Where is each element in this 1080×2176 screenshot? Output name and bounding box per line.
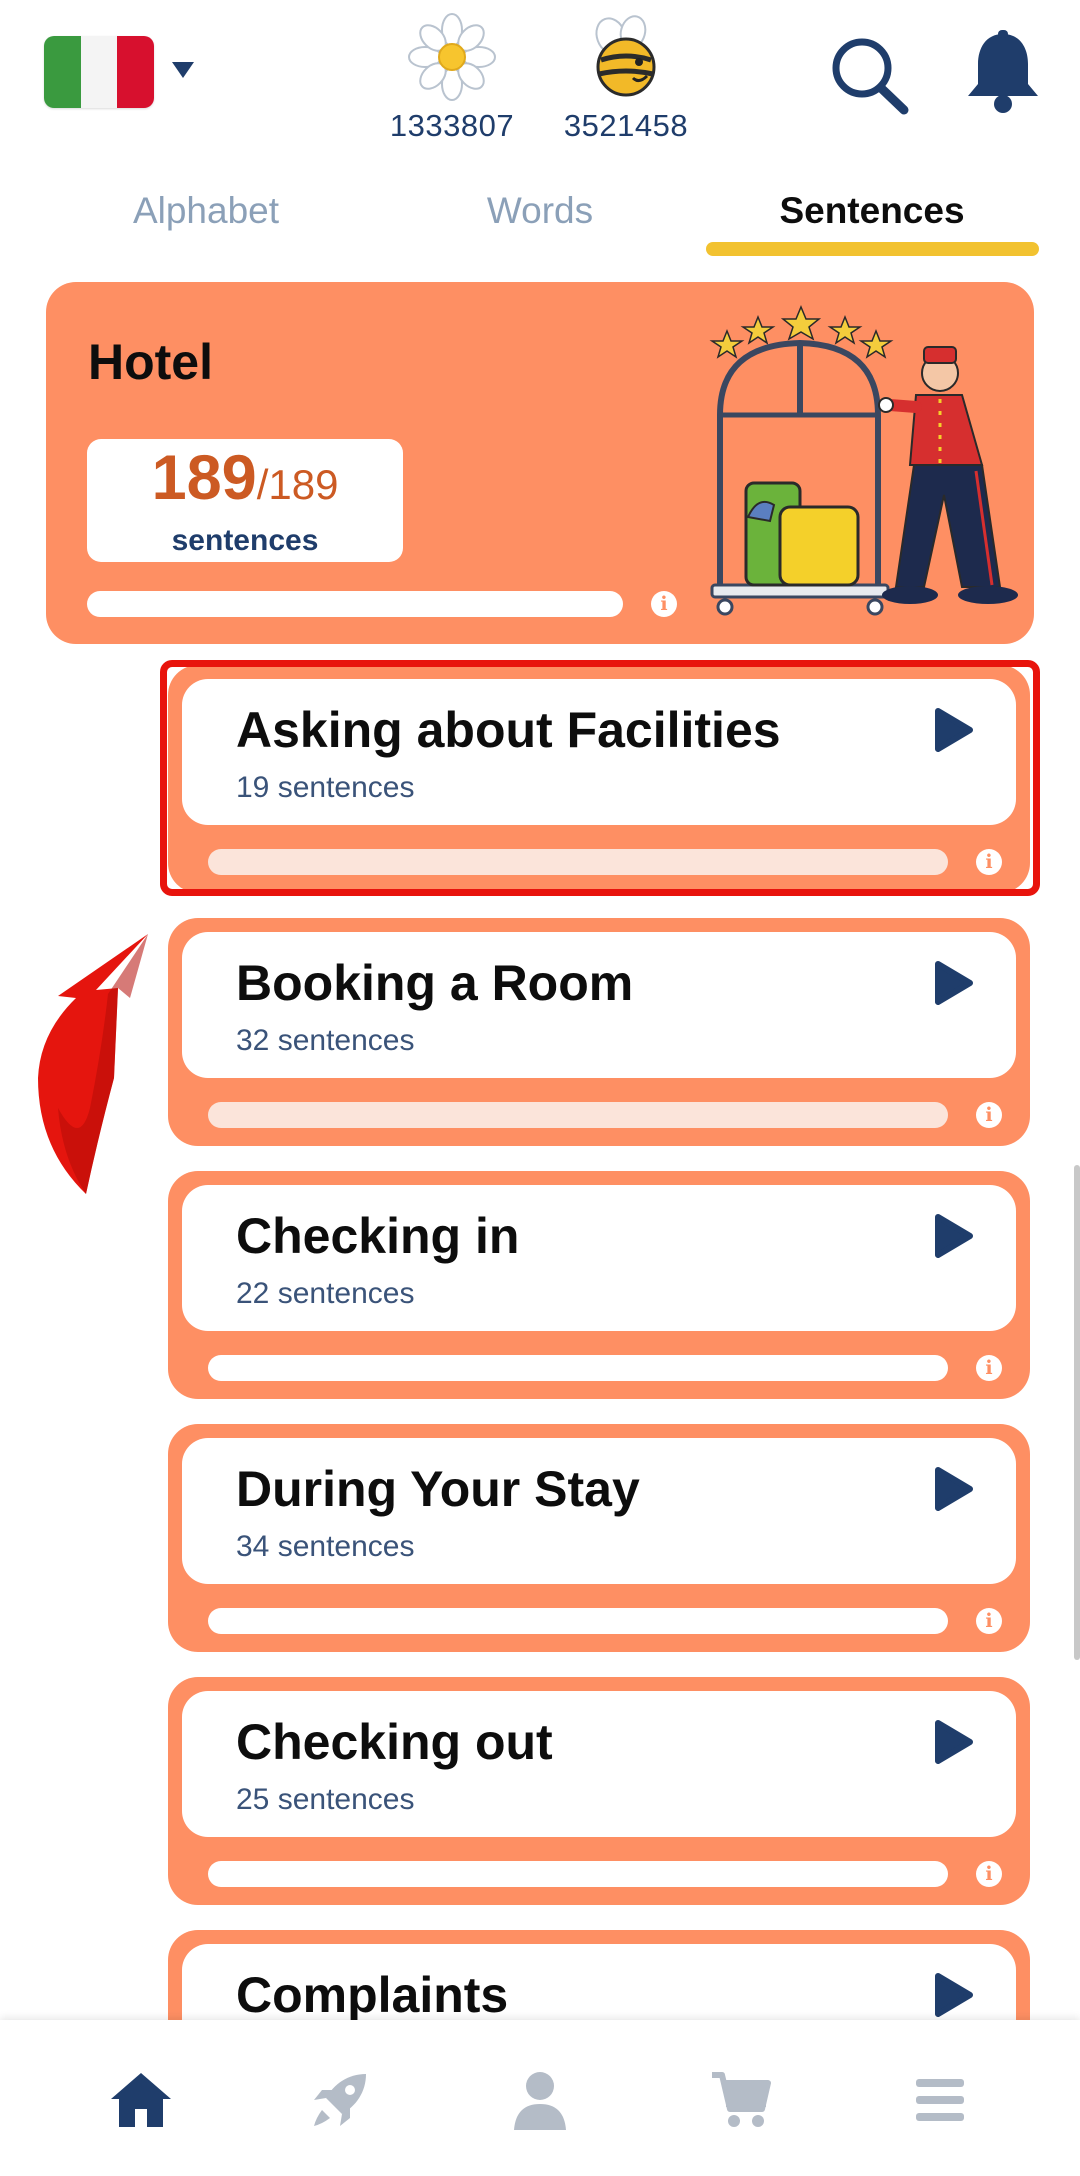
language-dropdown-caret-icon[interactable]: [172, 62, 194, 78]
rocket-icon[interactable]: [300, 2060, 380, 2140]
bottom-navigation: [0, 2020, 1080, 2176]
lesson-progress-bar: [208, 1355, 948, 1381]
lesson-progress-bar: [208, 1861, 948, 1887]
play-icon[interactable]: [932, 1719, 974, 1770]
lesson-card-during-your-stay[interactable]: During Your Stay 34 sentences i: [168, 1424, 1030, 1652]
category-title: Hotel: [88, 334, 213, 390]
lesson-card-header: Checking in 22 sentences: [182, 1185, 1016, 1331]
play-icon[interactable]: [932, 960, 974, 1011]
category-progress-bar: [87, 591, 623, 617]
bees-counter: 3521458: [546, 12, 706, 144]
tab-alphabet[interactable]: Alphabet: [56, 190, 356, 232]
total-count: /189: [256, 461, 339, 508]
lesson-title: Checking out: [236, 1714, 553, 1770]
lesson-title: Booking a Room: [236, 955, 634, 1011]
play-icon[interactable]: [932, 1466, 974, 1517]
lesson-card-header: Checking out 25 sentences: [182, 1691, 1016, 1837]
info-icon[interactable]: i: [976, 1608, 1002, 1634]
curved-arrow-icon: [18, 928, 158, 1203]
daisy-icon: [372, 12, 532, 102]
italy-flag-icon[interactable]: [44, 36, 154, 108]
lesson-title: Complaints: [236, 1967, 509, 2023]
bees-count: 3521458: [563, 108, 689, 143]
lesson-card-header: Booking a Room 32 sentences: [182, 932, 1016, 1078]
flowers-count: 1333807: [389, 108, 515, 143]
lesson-sentence-count: 32 sentences: [236, 1024, 415, 1057]
cart-icon[interactable]: [700, 2060, 780, 2140]
lesson-sentence-count: 22 sentences: [236, 1277, 415, 1310]
scrollbar[interactable]: [1074, 1165, 1080, 1660]
bee-icon: [546, 12, 706, 102]
lesson-progress-bar: [208, 1102, 948, 1128]
bellhop-illustration: [700, 295, 1030, 640]
lesson-progress-bar: [208, 1608, 948, 1634]
lesson-sentence-count: 34 sentences: [236, 1530, 415, 1563]
info-icon[interactable]: i: [976, 1102, 1002, 1128]
info-icon[interactable]: i: [651, 591, 677, 617]
bell-icon[interactable]: [962, 30, 1044, 121]
lesson-title: During Your Stay: [236, 1461, 640, 1517]
play-icon[interactable]: [932, 1213, 974, 1264]
home-icon[interactable]: [101, 2060, 181, 2140]
info-icon[interactable]: i: [976, 1861, 1002, 1887]
lesson-card-checking-in[interactable]: Checking in 22 sentences i: [168, 1171, 1030, 1399]
highlight-frame: [160, 660, 1040, 896]
lesson-sentence-count: 25 sentences: [236, 1783, 415, 1816]
active-tab-indicator: [706, 242, 1039, 256]
completed-count: 189: [151, 443, 257, 513]
play-icon[interactable]: [932, 1972, 974, 2023]
profile-icon[interactable]: [500, 2060, 580, 2140]
sentence-progress-box: 189/189 sentences: [87, 439, 403, 562]
sentences-label: sentences: [171, 524, 319, 557]
tab-words[interactable]: Words: [390, 190, 690, 232]
flowers-counter: 1333807: [372, 12, 532, 144]
lesson-card-header: During Your Stay 34 sentences: [182, 1438, 1016, 1584]
lesson-card-checking-out[interactable]: Checking out 25 sentences i: [168, 1677, 1030, 1905]
lesson-title: Checking in: [236, 1208, 520, 1264]
lesson-card-booking-a-room[interactable]: Booking a Room 32 sentences i: [168, 918, 1030, 1146]
info-icon[interactable]: i: [976, 1355, 1002, 1381]
tab-sentences[interactable]: Sentences: [722, 190, 1022, 232]
search-icon[interactable]: [826, 32, 916, 127]
menu-icon[interactable]: [900, 2060, 980, 2140]
